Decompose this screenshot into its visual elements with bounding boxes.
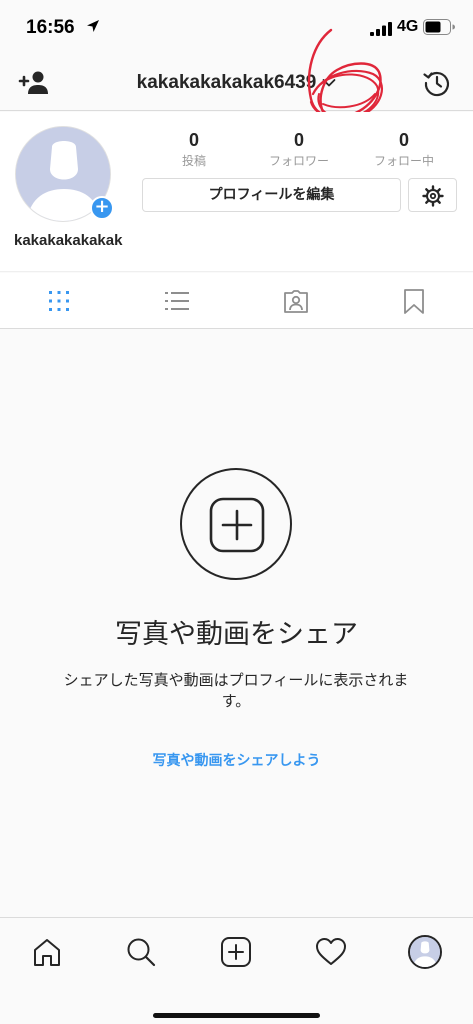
header-username: kakakakakakak6439	[136, 72, 317, 93]
edit-profile-button[interactable]: プロフィールを編集	[142, 178, 401, 212]
stat-followers[interactable]: 0 フォロワー	[254, 130, 344, 169]
stat-following-value: 0	[398, 130, 409, 150]
bottom-navigation	[0, 917, 473, 1024]
stat-followers-label: フォロワー	[268, 154, 329, 168]
profile-section: + kakakakakakak 0 投稿 0 フォロワー 0 フォロー中 プロフ…	[0, 112, 473, 272]
gear-icon	[422, 185, 444, 207]
empty-state-description: シェアした写真や動画はプロフィールに表示されます。	[63, 671, 409, 710]
settings-button[interactable]	[408, 178, 457, 212]
profile-avatar[interactable]	[408, 935, 442, 969]
new-post-icon	[209, 497, 265, 553]
empty-state-title: 写真や動画をシェア	[115, 619, 358, 650]
stat-following[interactable]: 0 フォロー中	[359, 130, 449, 169]
network-type: 4G	[397, 18, 419, 35]
stat-followers-value: 0	[293, 130, 304, 150]
share-photo-circle[interactable]	[180, 468, 292, 580]
profile-display-name: kakakakakakak	[14, 232, 123, 249]
share-photo-link[interactable]: 写真や動画をシェアしよう	[0, 750, 473, 770]
search-icon[interactable]	[125, 936, 157, 968]
stat-posts-label: 投稿	[181, 154, 206, 168]
stat-following-label: フォロー中	[373, 154, 434, 168]
home-icon[interactable]	[31, 936, 63, 968]
tagged-icon[interactable]	[282, 287, 310, 315]
status-bar: 16:56 4G	[0, 0, 473, 56]
default-avatar-icon	[410, 937, 440, 967]
battery-icon	[423, 19, 455, 35]
profile-header: kakakakakakak6439	[0, 56, 473, 111]
list-icon[interactable]	[163, 287, 191, 315]
saved-icon[interactable]	[400, 287, 428, 315]
chevron-down-icon	[322, 79, 336, 87]
stat-posts-value: 0	[188, 130, 199, 150]
status-time: 16:56	[26, 17, 75, 38]
history-icon[interactable]	[422, 68, 452, 98]
signal-icon	[370, 22, 392, 36]
stat-posts[interactable]: 0 投稿	[149, 130, 239, 169]
profile-tabs	[0, 273, 473, 329]
activity-heart-icon[interactable]	[315, 936, 347, 968]
home-indicator	[153, 1013, 320, 1018]
grid-icon[interactable]	[45, 287, 73, 315]
new-post-icon[interactable]	[220, 936, 252, 968]
username-switcher[interactable]: kakakakakakak6439	[0, 72, 473, 94]
add-story-button[interactable]: +	[90, 196, 114, 220]
location-arrow-icon	[87, 20, 99, 32]
